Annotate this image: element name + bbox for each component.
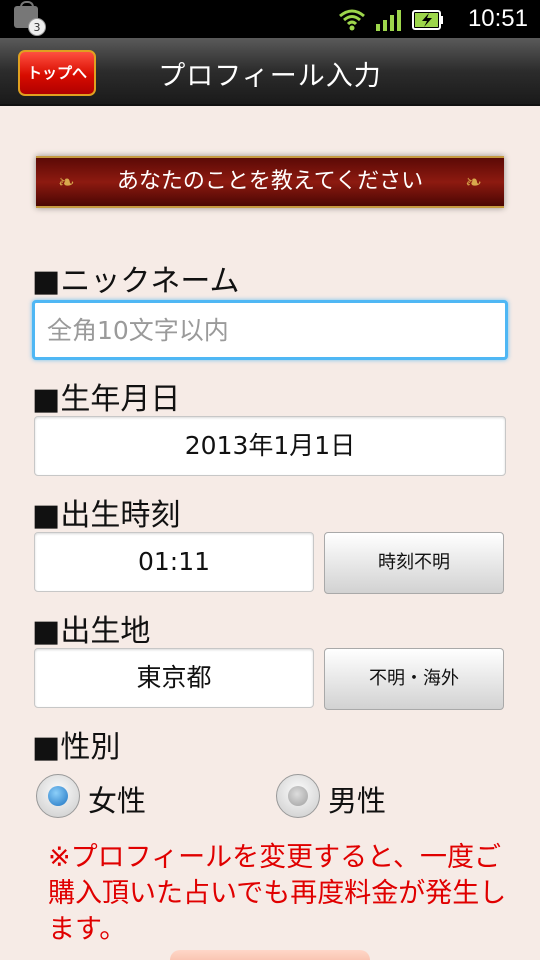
gender-male-radio[interactable] [276,774,320,818]
banner-text: あなたのことを教えてください [116,169,424,194]
gender-female-radio[interactable] [36,774,80,818]
place-unknown-overseas-button[interactable]: 不明・海外 [324,648,504,710]
birthplace-field[interactable]: 東京都 [34,648,314,708]
notification-count-badge: 3 [28,18,46,36]
time-unknown-button[interactable]: 時刻不明 [324,532,504,594]
birth-time-field[interactable]: 01:11 [34,532,314,592]
battery-charging-icon [412,10,443,30]
radio-selected-dot [48,786,68,806]
ornament-left-icon: ❧ [58,170,75,194]
ornament-right-icon: ❧ [465,170,482,194]
signal-icon [376,10,401,31]
status-icons [338,7,444,31]
gender-male-label[interactable]: 男性 [328,778,386,820]
birthplace-label: ■出生地 [32,614,151,649]
price-notice: ※プロフィールを変更すると、一度ご購入頂いた占いでも再度料金が発生します。 [48,842,507,945]
status-bar: 3 10:51 [0,0,540,38]
gender-female-label[interactable]: 女性 [88,778,146,820]
radio-unselected-dot [288,786,308,806]
submit-button[interactable] [170,950,370,960]
nickname-input[interactable] [32,300,508,360]
birthdate-label: ■生年月日 [32,382,181,417]
intro-banner: ❧ あなたのことを教えてください ❧ [36,156,504,208]
birth-time-label: ■出生時刻 [32,498,181,533]
clock: 10:51 [467,5,528,32]
app-header: トップへ プロフィール入力 [0,38,540,106]
birthdate-field[interactable]: 2013年1月1日 [34,416,506,476]
wifi-icon [339,9,365,31]
nickname-label: ■ニックネーム [32,264,240,299]
gender-label: ■性別 [32,730,121,765]
page-title: プロフィール入力 [158,61,382,92]
